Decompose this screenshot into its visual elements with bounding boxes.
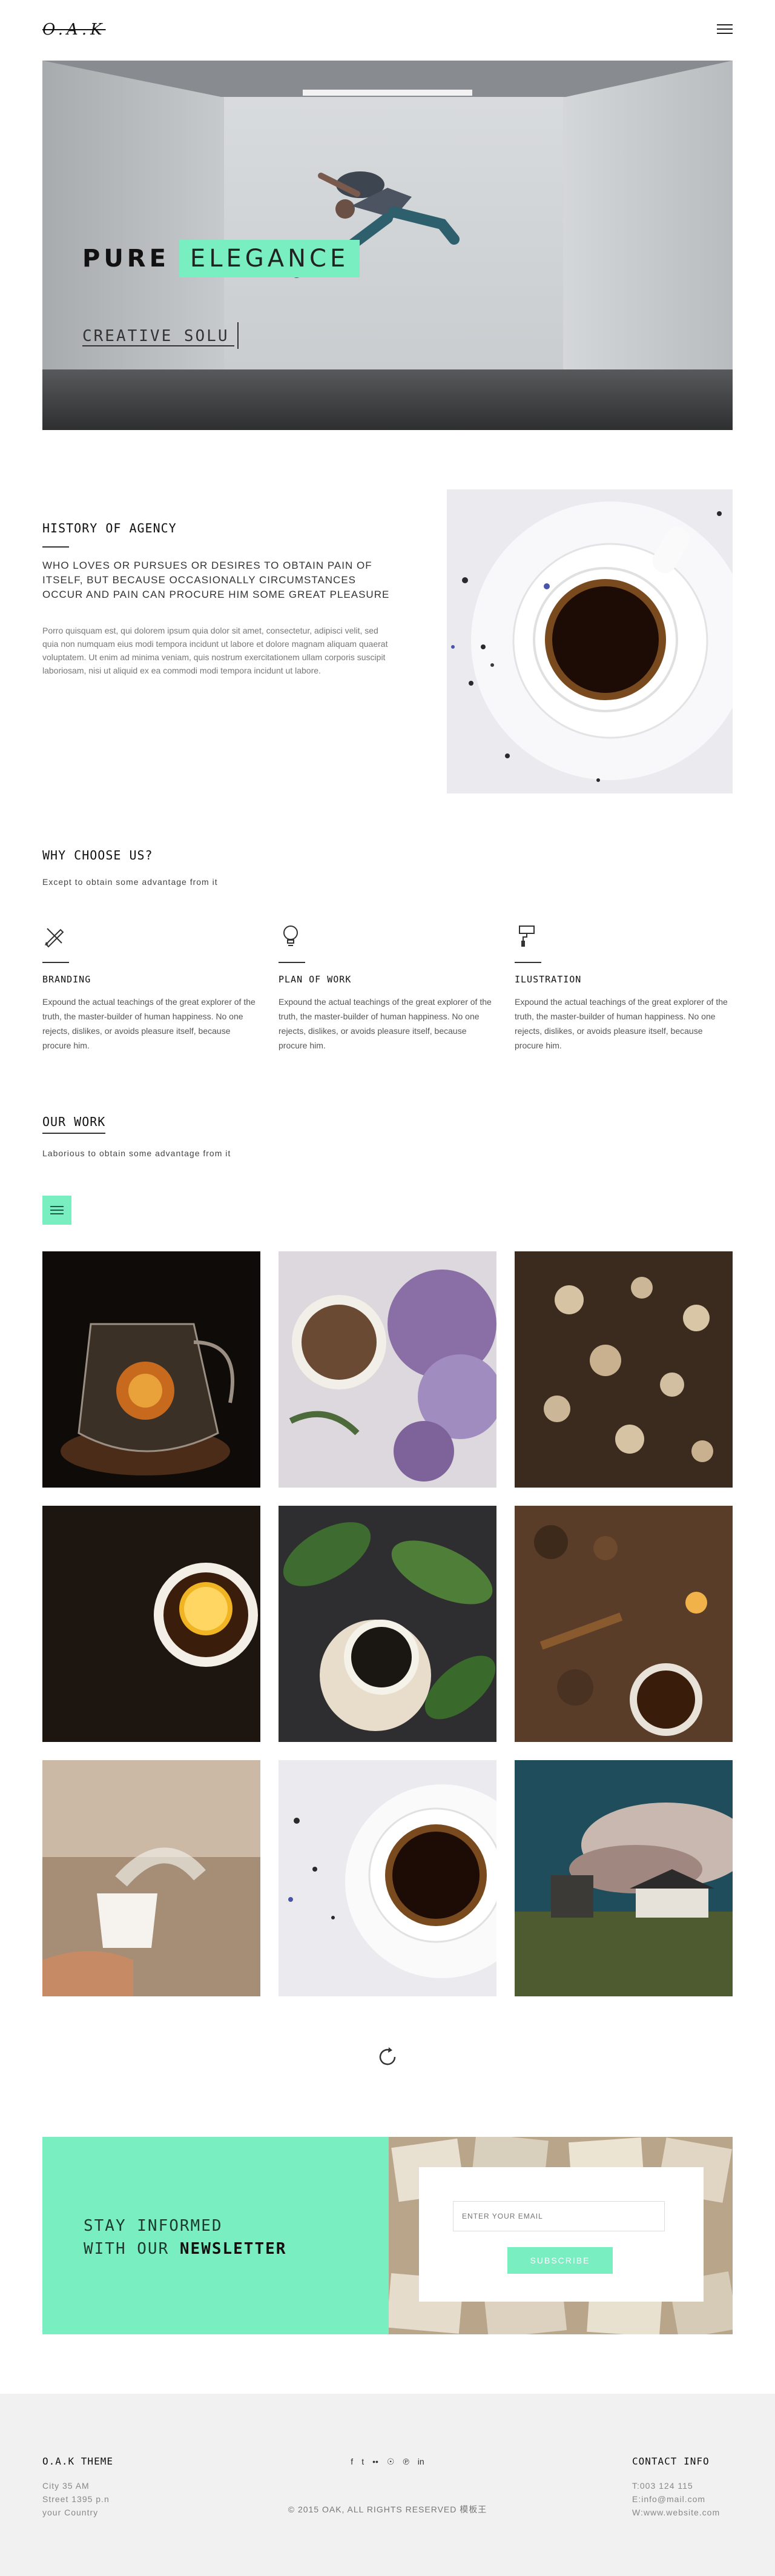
history-section: HISTORY OF AGENCY WHO LOVES OR PURSUES O… [42,521,394,677]
newsletter-text-panel: STAY INFORMED WITH OUR NEWSLETTER [42,2137,389,2334]
site-header: O.A.K [0,0,775,61]
newsletter-line2-bold: NEWSLETTER [179,2240,287,2258]
pencil-ruler-icon [45,928,64,948]
newsletter-line1: STAY INFORMED [84,2217,223,2235]
why-section: WHY CHOOSE US? Except to obtain some adv… [42,848,733,887]
newsletter-line2-prefix: WITH OUR [84,2240,180,2258]
dribbble-icon[interactable]: ☉ [387,2457,395,2467]
work-title: OUR WORK [42,1114,106,1134]
hero-title: PURE ELEGANCE [82,240,360,277]
dancer-image [291,171,460,278]
why-title: WHY CHOOSE US? [42,848,153,863]
why-description: Except to obtain some advantage from it [42,877,218,887]
newsletter-photo-panel: SUBSCRIBE [389,2137,733,2334]
feature-branding: BRANDING Expound the actual teachings of… [42,924,260,1053]
work-section: OUR WORK Laborious to obtain some advant… [42,1114,733,1158]
gallery-item-green-leaves-tea[interactable] [279,1506,496,1742]
flickr-icon[interactable]: •• [372,2457,378,2467]
contact-email[interactable]: E:info@mail.com [632,2492,720,2506]
footer-address: O.A.K THEME City 35 AM Street 1395 p.n y… [42,2455,113,2519]
history-body: Porro quisquam est, qui dolorem ipsum qu… [42,626,388,675]
newsletter-section: STAY INFORMED WITH OUR NEWSLETTER SUBSCR… [42,2137,733,2334]
lightbulb-icon [283,925,298,946]
logo[interactable]: O.A.K [42,21,106,39]
divider [279,962,305,963]
gallery-item-dried-flowers[interactable] [515,1251,733,1488]
footer-contact: CONTACT INFO T:003 124 115 E:info@mail.c… [632,2455,720,2519]
divider [515,962,541,963]
gallery-item-tea-cup-white[interactable] [279,1760,496,1996]
footer-right-title: CONTACT INFO [632,2455,710,2467]
hero-title-bold: PURE [82,245,170,273]
history-title: HISTORY OF AGENCY [42,521,177,535]
twitter-icon[interactable]: t [361,2457,364,2467]
feature-text: Expound the actual teachings of the grea… [279,997,492,1050]
linkedin-icon[interactable]: in [418,2457,424,2467]
gallery-item-hand-holding-cup[interactable] [42,1760,260,1996]
tea-cup-image [447,489,733,793]
paint-roller-icon [519,925,535,947]
feature-illustration: ILUSTRATION Expound the actual teachings… [515,924,733,1053]
refresh-icon[interactable] [377,2046,398,2068]
hero-title-highlight: ELEGANCE [179,240,360,277]
email-input[interactable] [453,2201,665,2231]
address-line: your Country [42,2508,99,2517]
feature-name: PLAN OF WORK [279,974,352,985]
contact-phone: T:003 124 115 [632,2481,693,2491]
newsletter-line2: WITH OUR NEWSLETTER [84,2237,286,2260]
divider [42,962,69,963]
divider [42,546,69,548]
hero-subtitle: CREATIVE SOLU [82,327,234,346]
gallery-item-lemon-tea[interactable] [42,1506,260,1742]
work-description: Laborious to obtain some advantage from … [42,1148,231,1158]
gallery-item-castle-landscape[interactable] [515,1760,733,1996]
address-line: Street 1395 p.n [42,2494,110,2504]
site-footer: O.A.K THEME City 35 AM Street 1395 p.n y… [0,2394,775,2576]
feature-name: BRANDING [42,974,91,985]
social-links: f t •• ☉ ℗ in [285,2457,490,2467]
facebook-icon[interactable]: f [351,2457,353,2467]
contact-website[interactable]: W:www.website.com [632,2506,720,2519]
history-lead: WHO LOVES OR PURSUES OR DESIRES TO OBTAI… [42,560,390,600]
feature-name: ILUSTRATION [515,974,582,985]
hero-banner: PURE ELEGANCE CREATIVE SOLU [42,61,733,430]
feature-plan: PLAN OF WORK Expound the actual teaching… [279,924,496,1053]
gallery-item-lilac-tea[interactable] [279,1251,496,1488]
pinterest-icon[interactable]: ℗ [403,2457,409,2467]
gallery-item-glass-teapot[interactable] [42,1251,260,1488]
feature-text: Expound the actual teachings of the grea… [42,997,256,1050]
footer-left-title: O.A.K THEME [42,2455,113,2467]
newsletter-form: SUBSCRIBE [419,2167,704,2302]
list-icon[interactable] [42,1196,71,1225]
address-line: City 35 AM [42,2481,90,2491]
feature-text: Expound the actual teachings of the grea… [515,997,728,1050]
hamburger-icon[interactable] [717,24,733,35]
footer-center: f t •• ☉ ℗ in © 2015 OAK, ALL RIGHTS RES… [285,2457,490,2515]
copyright: © 2015 OAK, ALL RIGHTS RESERVED 模板王 [288,2505,487,2514]
typing-caret [237,322,239,349]
subscribe-button[interactable]: SUBSCRIBE [507,2247,613,2274]
newsletter-heading: STAY INFORMED WITH OUR NEWSLETTER [84,2214,286,2260]
gallery-item-cinnamon-tea[interactable] [515,1506,733,1742]
